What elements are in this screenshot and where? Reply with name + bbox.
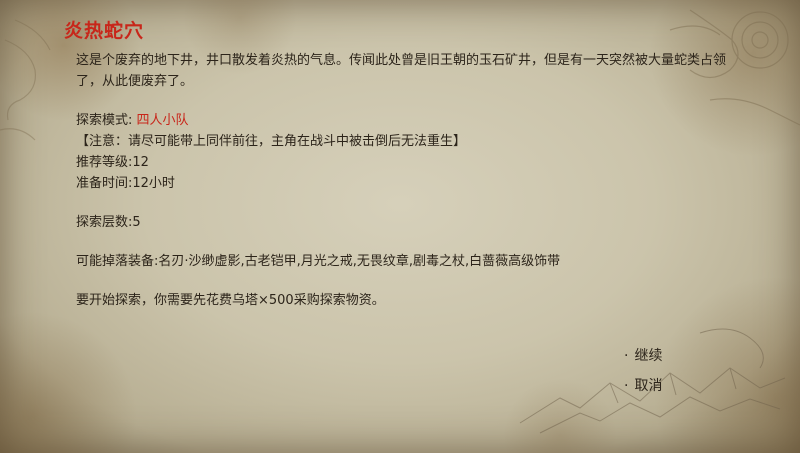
bullet-icon: · — [624, 348, 629, 364]
recommended-level: 推荐等级:12 — [76, 155, 149, 170]
notice-text: 【注意：请尽可能带上同伴前往，主角在战斗中被击倒后无法重生】 — [76, 134, 467, 149]
mode-value: 四人小队 — [136, 113, 189, 128]
mode-label: 探索模式: — [76, 113, 133, 128]
description-text: 这是个废弃的地下井，井口散发着炎热的气息。传闻此处曾是旧王朝的玉石矿井，但是有一… — [76, 53, 727, 89]
parchment-dialog: 炎热蛇穴 这是个废弃的地下井，井口散发着炎热的气息。传闻此处曾是旧王朝的玉石矿井… — [0, 0, 800, 453]
bullet-icon: · — [624, 378, 629, 394]
continue-label: 继续 — [634, 348, 663, 364]
cost-text: 要开始探索，你需要先花费乌塔×500采购探索物资。 — [76, 293, 385, 308]
dialog-title: 炎热蛇穴 — [64, 20, 145, 42]
cancel-label: 取消 — [634, 378, 663, 394]
mode-line: 探索模式: 四人小队 — [76, 110, 726, 131]
preparation-time: 准备时间:12小时 — [76, 176, 175, 191]
cancel-button[interactable]: · 取消 — [624, 375, 662, 395]
dialog-content: 这是个废弃的地下井，井口散发着炎热的气息。传闻此处曾是旧王朝的玉石矿井，但是有一… — [76, 50, 726, 311]
continue-button[interactable]: · 继续 — [624, 345, 662, 365]
floor-count: 探索层数:5 — [76, 215, 141, 230]
possible-drops: 可能掉落装备:名刃·沙缈虚影,古老铠甲,月光之戒,无畏纹章,剧毒之杖,白蔷薇高级… — [76, 254, 561, 269]
